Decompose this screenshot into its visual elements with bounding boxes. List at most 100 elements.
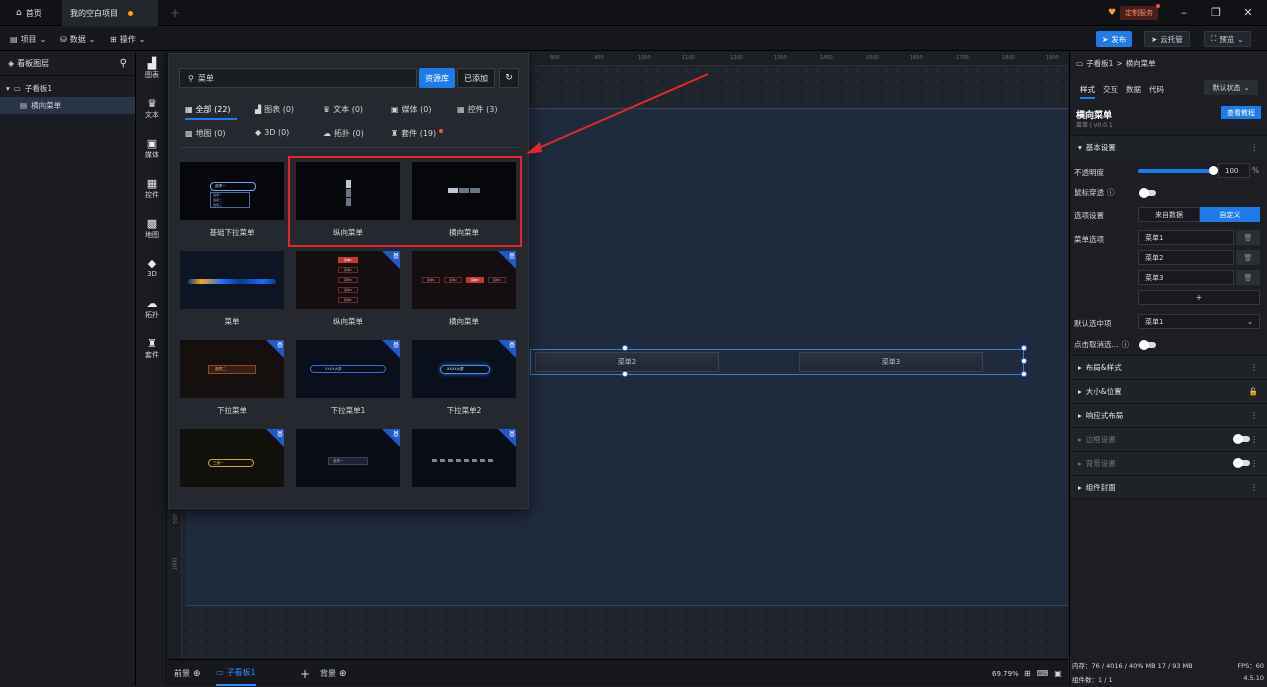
category-media[interactable]: ▣ 媒体: [137, 138, 167, 160]
keyboard-icon[interactable]: ⌨: [1037, 669, 1049, 678]
resize-handle[interactable]: [1021, 358, 1027, 364]
mouse-penetrate-toggle[interactable]: [1139, 188, 1156, 198]
preview-button[interactable]: ⛶ 预览 ⌄: [1204, 31, 1251, 47]
help-icon[interactable]: ⓘ: [1107, 187, 1115, 198]
more-icon[interactable]: ⋮: [1251, 411, 1259, 420]
cat-kit[interactable]: ♜ 套件 (19): [391, 128, 444, 139]
custom-service[interactable]: ♥ 定制服务: [1108, 4, 1161, 21]
minimap-icon[interactable]: ▣: [1054, 669, 1062, 678]
menu-option-1[interactable]: 菜单1: [1138, 230, 1234, 245]
cat-map[interactable]: ▩ 地图 (0): [185, 128, 225, 139]
category-text[interactable]: ♛ 文本: [137, 98, 167, 120]
click-cancel-toggle[interactable]: [1139, 340, 1156, 350]
board-tab[interactable]: ▭ 子看板1: [216, 660, 256, 686]
cat-all[interactable]: ▦ 全部 (22): [185, 104, 231, 115]
tutorial-button[interactable]: 查看教程: [1221, 106, 1261, 119]
opacity-slider-knob[interactable]: [1209, 166, 1218, 175]
menu-option-2[interactable]: 菜单2: [1138, 250, 1234, 265]
close-icon[interactable]: ✕: [1238, 4, 1258, 22]
component-card[interactable]: 选项一 基: [296, 429, 400, 494]
category-map[interactable]: ▩ 地图: [137, 218, 167, 240]
added-button[interactable]: 已添加: [457, 68, 495, 88]
category-chart[interactable]: ▟ 图表: [137, 58, 167, 80]
cat-3d[interactable]: ◆ 3D (0): [255, 128, 289, 137]
trash-icon[interactable]: 🗑: [1236, 250, 1260, 265]
resize-handle[interactable]: [1021, 345, 1027, 351]
component-card[interactable]: 选项二 基 下拉菜单: [180, 340, 284, 416]
help-icon[interactable]: ⓘ: [1122, 339, 1130, 350]
more-icon[interactable]: ⋮: [1251, 363, 1259, 372]
add-board-button[interactable]: +: [300, 660, 310, 687]
menu-option-3[interactable]: 菜单3: [1138, 270, 1234, 285]
default-selected-select[interactable]: 菜单1 ⌄: [1138, 314, 1260, 329]
category-kit[interactable]: ♜ 套件: [137, 338, 167, 360]
layer-item-menu[interactable]: ▤ 横向菜单: [0, 97, 135, 114]
component-card[interactable]: 菜单1 菜单2 菜单3 菜单4 菜单5 基 纵向菜单: [296, 251, 400, 327]
section-size-position[interactable]: ▸ 大小&位置 🔓: [1070, 379, 1267, 403]
search-icon[interactable]: ⚲: [120, 58, 127, 69]
category-control[interactable]: ▦ 控件: [137, 178, 167, 200]
option-custom[interactable]: 自定义: [1200, 207, 1260, 222]
canvas-horizontal-menu[interactable]: 菜单2 菜单3: [530, 345, 1027, 377]
component-card[interactable]: 选项一 选项一 选项二 选项三 基础下拉菜单: [180, 162, 284, 238]
foreground-tab[interactable]: 前景 ⊕: [174, 660, 201, 687]
component-card[interactable]: 基: [412, 429, 516, 494]
section-responsive[interactable]: ▸ 响应式布局 ⋮: [1070, 403, 1267, 427]
layer-board[interactable]: ▾ ▭ 子看板1: [0, 80, 135, 97]
zoom-level[interactable]: 69.79%: [992, 660, 1019, 687]
component-card[interactable]: 三选一 基: [180, 429, 284, 494]
cat-media[interactable]: ▣ 媒体 (0): [391, 104, 431, 115]
new-tab-button[interactable]: +: [162, 0, 188, 26]
background-toggle[interactable]: [1233, 458, 1250, 468]
category-topology[interactable]: ☁ 拓扑: [137, 298, 167, 320]
cat-control[interactable]: ▦ 控件 (3): [457, 104, 497, 115]
component-card[interactable]: XXXX大屏 基 下拉菜单1: [296, 340, 400, 416]
resource-library-button[interactable]: 资源库: [419, 68, 455, 88]
canvas-menu-item-3[interactable]: 菜单3: [799, 352, 983, 372]
state-select[interactable]: 默认状态 ⌄: [1204, 80, 1258, 95]
tab-code[interactable]: 代码: [1149, 84, 1164, 99]
component-card[interactable]: 菜单: [180, 251, 284, 327]
more-icon[interactable]: ⋮: [1251, 483, 1259, 492]
canvas-menu-item-2[interactable]: 菜单2: [535, 352, 719, 372]
fit-screen-icon[interactable]: ⊞: [1024, 669, 1031, 678]
tab-style[interactable]: 样式: [1080, 84, 1095, 99]
section-cover[interactable]: ▸ 组件封面 ⋮: [1070, 475, 1267, 499]
lock-icon[interactable]: 🔓: [1249, 387, 1258, 396]
cat-topology[interactable]: ☁ 拓扑 (0): [323, 128, 364, 139]
publish-button[interactable]: ➤ 发布: [1096, 31, 1133, 47]
menu-operate[interactable]: ⊞ 操作 ⌄: [110, 27, 145, 51]
more-icon[interactable]: ⋮: [1251, 459, 1259, 468]
component-card[interactable]: 菜单1 菜单2 菜单3 菜单4 基 横向菜单: [412, 251, 516, 327]
section-basic[interactable]: ▾ 基本设置 ⋮: [1070, 135, 1267, 159]
cloud-button[interactable]: ➤ 云托管: [1144, 31, 1190, 47]
trash-icon[interactable]: 🗑: [1236, 230, 1260, 245]
custom-service-button[interactable]: 定制服务: [1120, 4, 1161, 20]
more-icon[interactable]: ⋮: [1251, 435, 1259, 444]
background-tab[interactable]: 背景 ⊕: [320, 660, 347, 687]
category-3d[interactable]: ◆ 3D: [137, 258, 167, 279]
opacity-input[interactable]: 100: [1218, 163, 1250, 178]
cat-chart[interactable]: ▟ 图表 (0): [255, 104, 294, 115]
maximize-icon[interactable]: ❐: [1206, 4, 1226, 22]
tab-home[interactable]: ⌂ 首页: [8, 0, 60, 26]
tab-interaction[interactable]: 交互: [1103, 84, 1118, 99]
refresh-icon[interactable]: ↻: [499, 68, 519, 88]
tab-project[interactable]: 我的空白项目: [62, 0, 158, 26]
minimize-icon[interactable]: –: [1174, 4, 1194, 22]
resize-handle[interactable]: [1021, 371, 1027, 377]
library-search[interactable]: ⚲: [179, 68, 417, 88]
section-layout-style[interactable]: ▸ 布局&样式 ⋮: [1070, 355, 1267, 379]
menu-data[interactable]: ⛁ 数据 ⌄: [60, 27, 95, 51]
border-toggle[interactable]: [1233, 434, 1250, 444]
component-card[interactable]: XXXX大屏 基 下拉菜单2: [412, 340, 516, 416]
resize-handle[interactable]: [622, 345, 628, 351]
trash-icon[interactable]: 🗑: [1236, 270, 1260, 285]
more-icon[interactable]: ⋮: [1251, 143, 1259, 152]
cat-text[interactable]: ♛ 文本 (0): [323, 104, 363, 115]
add-option-button[interactable]: +: [1138, 290, 1260, 305]
opacity-slider[interactable]: [1138, 166, 1218, 175]
option-from-data[interactable]: 来自数据: [1138, 207, 1200, 222]
tab-data[interactable]: 数据: [1126, 84, 1141, 99]
resize-handle[interactable]: [622, 371, 628, 377]
